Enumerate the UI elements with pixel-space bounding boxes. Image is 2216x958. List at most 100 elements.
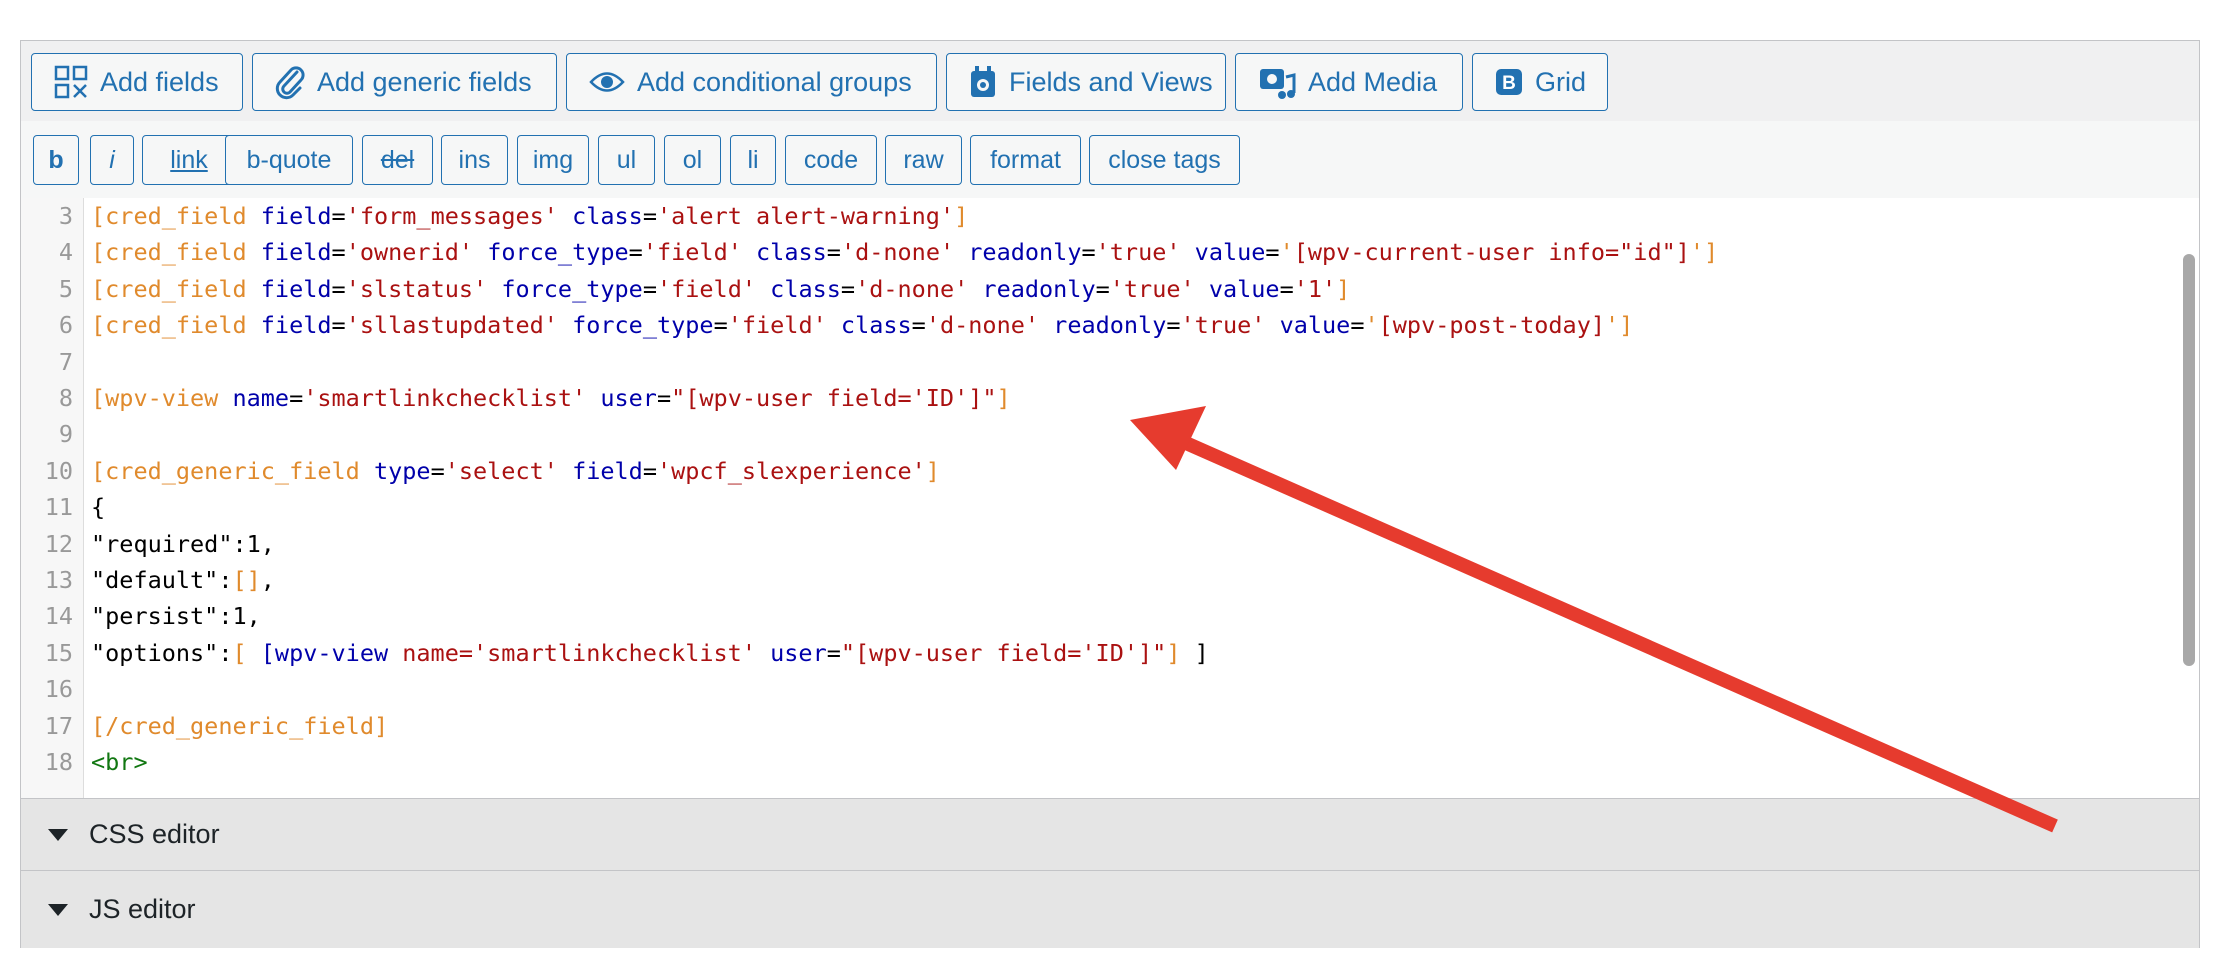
add-conditional-groups-button[interactable]: Add conditional groups <box>566 53 937 111</box>
code-token: class <box>770 274 841 303</box>
add-fields-button[interactable]: Add fields <box>31 53 243 111</box>
code-token: = <box>642 274 657 303</box>
code-line[interactable]: 9 <box>21 416 2199 452</box>
code-line[interactable]: 3 [cred_field field='form_messages' class… <box>21 198 2199 234</box>
grid-button[interactable]: B Grid <box>1472 53 1608 111</box>
code-token: [wpv-view <box>91 384 233 412</box>
code-token: "[wpv-user field='ID']" <box>840 638 1167 667</box>
line-number: 14 <box>44 602 73 631</box>
code-line[interactable]: 10 [cred_generic_field type='select' fiel… <box>21 453 2199 489</box>
qt-del-button[interactable]: del <box>362 135 433 185</box>
code-line[interactable]: 4 [cred_field field='ownerid' force_type=… <box>21 234 2199 270</box>
line-number: 5 <box>58 274 73 303</box>
qt-italic-button[interactable]: i <box>90 135 134 185</box>
fields-and-views-button[interactable]: Fields and Views <box>946 53 1226 111</box>
code-line[interactable]: 16 <box>21 671 2199 707</box>
grid-label: Grid <box>1535 66 1587 97</box>
code-token: = <box>1081 238 1096 267</box>
code-editor[interactable]: 3 [cred_field field='form_messages' class… <box>21 198 2199 798</box>
add-generic-fields-button[interactable]: Add generic fields <box>252 53 557 111</box>
css-editor-panel[interactable]: CSS editor <box>21 798 2199 870</box>
code-token: 'field' <box>727 311 827 340</box>
code-token: = <box>1350 311 1365 340</box>
code-token: force_type <box>572 311 714 340</box>
qt-li-button[interactable]: li <box>730 135 776 185</box>
code-token: = <box>289 384 304 412</box>
add-media-button[interactable]: Add Media <box>1235 53 1463 111</box>
code-token: 'true' <box>1095 238 1181 267</box>
code-token: "[wpv-user field='ID']" <box>671 384 997 412</box>
code-token: class <box>840 311 912 340</box>
add-generic-fields-label: Add generic fields <box>317 66 532 97</box>
code-token: = <box>642 456 657 485</box>
eye-icon <box>589 72 625 92</box>
line-number: 15 <box>44 638 73 667</box>
line-text: [cred_field field='ownerid' force_type='… <box>91 234 1718 270</box>
qt-img-button[interactable]: img <box>517 135 589 185</box>
code-token: "persist":1, <box>91 602 261 631</box>
code-line[interactable]: 14 "persist":1, <box>21 598 2199 634</box>
qt-ins-button[interactable]: ins <box>441 135 508 185</box>
code-line[interactable]: 8 [wpv-view name='smartlinkchecklist' use… <box>21 380 2199 416</box>
code-token: 'field' <box>642 238 742 267</box>
code-line[interactable]: 18 <br> <box>21 744 2199 780</box>
code-line[interactable]: 5 [cred_field field='slstatus' force_type… <box>21 271 2199 307</box>
line-number: 7 <box>58 347 73 376</box>
code-line[interactable]: 12 "required":1, <box>21 526 2199 562</box>
editor-scrollbar[interactable] <box>2183 254 2195 666</box>
qt-code-button[interactable]: code <box>785 135 877 185</box>
code-line[interactable]: 6 [cred_field field='sllastupdated' force… <box>21 307 2199 343</box>
code-token: 'sllastupdated' <box>345 311 558 340</box>
code-line[interactable]: 11 { <box>21 489 2199 525</box>
code-token: <br> <box>91 748 148 776</box>
line-text: [wpv-view name='smartlinkchecklist' user… <box>91 380 1011 416</box>
code-token: '] <box>1689 238 1719 267</box>
code-line[interactable]: 15 "options":[ [wpv-view name='smartlinkc… <box>21 635 2199 671</box>
paperclip-icon <box>275 66 305 100</box>
qt-ul-button[interactable]: ul <box>598 135 655 185</box>
code-line[interactable]: 13 "default":[], <box>21 562 2199 598</box>
qt-format-button[interactable]: format <box>970 135 1081 185</box>
code-token: = <box>1279 274 1294 303</box>
qt-close-tags-button[interactable]: close tags <box>1089 135 1240 185</box>
code-token: 'd-none' <box>840 238 955 267</box>
code-token: value <box>1208 274 1280 303</box>
code-token: class <box>756 238 827 267</box>
code-line[interactable]: 17 [/cred_generic_field] <box>21 708 2199 744</box>
code-token: 'd-none' <box>855 274 969 303</box>
code-token: value <box>1194 238 1266 267</box>
qt-ol-button[interactable]: ol <box>664 135 721 185</box>
qt-link-button[interactable]: link <box>142 135 236 185</box>
code-token: = <box>713 311 728 340</box>
code-token: ] <box>954 202 969 230</box>
code-token: force_type <box>501 274 643 303</box>
code-line[interactable]: 7 <box>21 344 2199 380</box>
add-media-label: Add Media <box>1308 66 1438 97</box>
code-token: = <box>331 238 346 267</box>
qt-bold-button[interactable]: b <box>33 135 79 185</box>
js-editor-label: JS editor <box>89 894 196 924</box>
line-number: 12 <box>44 529 73 558</box>
code-token: "options": <box>91 638 233 667</box>
qt-bquote-button[interactable]: b-quote <box>225 135 353 185</box>
code-token: [cred_field <box>91 202 261 230</box>
add-conditional-groups-label: Add conditional groups <box>637 66 912 97</box>
code-token: readonly <box>1053 311 1167 340</box>
code-token: [cred_field <box>91 238 261 267</box>
code-token: = <box>656 384 672 412</box>
code-token: = <box>911 311 926 340</box>
js-editor-panel[interactable]: JS editor <box>21 870 2199 948</box>
code-token: 'alert alert-warning' <box>656 202 955 230</box>
line-number: 4 <box>58 238 73 267</box>
code-token: field <box>260 311 332 340</box>
line-number: 17 <box>44 711 73 740</box>
code-token: 'wpcf_slexperience' <box>656 456 926 485</box>
code-token: ] <box>996 384 1011 412</box>
qt-raw-button[interactable]: raw <box>885 135 962 185</box>
line-number: 9 <box>58 420 73 449</box>
